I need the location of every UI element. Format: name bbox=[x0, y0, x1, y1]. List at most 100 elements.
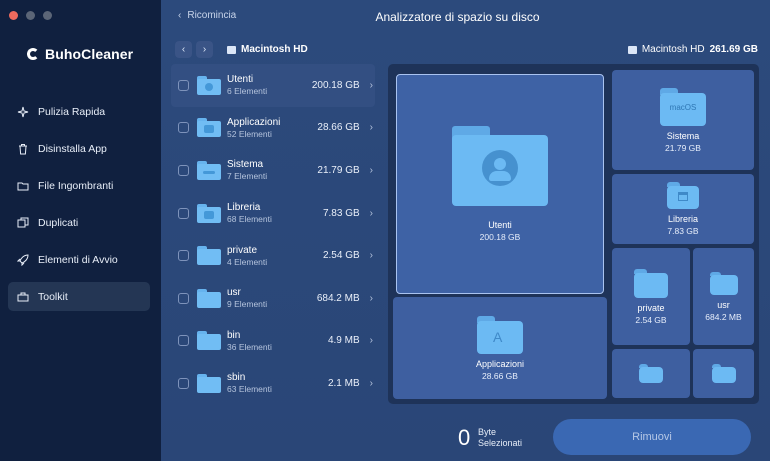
item-name: Sistema bbox=[227, 159, 264, 171]
folder-icon bbox=[197, 373, 221, 393]
item-count: 52 Elementi bbox=[227, 128, 272, 139]
brand-name: BuhoCleaner bbox=[45, 46, 134, 62]
nav-forward-button[interactable]: › bbox=[196, 41, 213, 58]
chevron-right-icon[interactable]: › bbox=[370, 335, 373, 346]
item-size: 21.79 GB bbox=[317, 164, 360, 176]
tile-size: 2.54 GB bbox=[635, 314, 667, 325]
chevron-right-icon[interactable]: › bbox=[370, 250, 373, 261]
tile-sistema[interactable]: macOS Sistema 21.79 GB bbox=[612, 70, 754, 170]
sidebar-item-file-ingombranti[interactable]: File Ingombranti bbox=[8, 171, 150, 200]
sidebar-item-toolkit[interactable]: Toolkit bbox=[8, 282, 150, 311]
close-window-button[interactable] bbox=[9, 11, 18, 20]
tile-name: Sistema bbox=[666, 130, 700, 141]
list-item[interactable]: Applicazioni 52 Elementi 28.66 GB › bbox=[171, 107, 375, 150]
list-item[interactable]: Libreria 68 Elementi 7.83 GB › bbox=[171, 192, 375, 235]
tile-applicazioni[interactable]: A Applicazioni 28.66 GB bbox=[393, 297, 607, 399]
sidebar-item-label: Elementi di Avvio bbox=[38, 253, 118, 266]
row-checkbox[interactable] bbox=[178, 250, 189, 262]
breadcrumb-current: Macintosh HD bbox=[241, 44, 308, 55]
sparkle-icon bbox=[17, 106, 29, 117]
disk-name: Macintosh HD bbox=[641, 44, 705, 55]
list-item[interactable]: usr 9 Elementi 684.2 MB › bbox=[171, 277, 375, 320]
item-count: 7 Elementi bbox=[227, 171, 268, 182]
list-item[interactable]: Sistema 7 Elementi 21.79 GB › bbox=[171, 149, 375, 192]
item-size: 7.83 GB bbox=[322, 207, 360, 219]
header: ‹ Ricomincia Analizzatore di spazio su d… bbox=[161, 0, 770, 34]
sidebar-item-label: Toolkit bbox=[38, 290, 68, 303]
user-folder-icon bbox=[197, 75, 221, 95]
selected-count: 0 bbox=[458, 425, 471, 450]
tile-size: 684.2 MB bbox=[705, 311, 742, 322]
tile-sbin[interactable] bbox=[693, 349, 754, 398]
item-size: 2.54 GB bbox=[322, 250, 360, 262]
row-checkbox[interactable] bbox=[178, 292, 189, 304]
tile-size: 7.83 GB bbox=[667, 226, 699, 236]
item-name: usr bbox=[227, 287, 241, 299]
list-item[interactable]: Utenti 6 Elementi 200.18 GB › bbox=[171, 64, 375, 107]
sidebar-nav: Pulizia Rapida Disinstalla App File Ingo… bbox=[8, 97, 150, 319]
item-size: 684.2 MB bbox=[316, 292, 360, 304]
chevron-right-icon[interactable]: › bbox=[370, 165, 373, 176]
folder-icon bbox=[197, 331, 221, 351]
sidebar-item-label: Disinstalla App bbox=[38, 142, 107, 155]
breadcrumb: Macintosh HD bbox=[227, 44, 308, 55]
tile-name: private bbox=[637, 302, 665, 313]
row-checkbox[interactable] bbox=[178, 164, 189, 176]
window-controls bbox=[9, 11, 52, 20]
disk-size: 261.69 GB bbox=[709, 44, 758, 55]
row-checkbox[interactable] bbox=[178, 122, 189, 134]
item-count: 6 Elementi bbox=[227, 86, 268, 97]
duplicate-icon bbox=[17, 217, 29, 227]
sidebar-item-elementi-di-avvio[interactable]: Elementi di Avvio bbox=[8, 245, 150, 274]
sidebar-item-duplicati[interactable]: Duplicati bbox=[8, 208, 150, 237]
item-size: 28.66 GB bbox=[317, 122, 360, 134]
folder-icon bbox=[711, 364, 736, 383]
tile-utenti[interactable]: Utenti 200.18 GB bbox=[396, 74, 604, 294]
chevron-right-icon[interactable]: › bbox=[370, 293, 373, 304]
list-item[interactable]: sbin 63 Elementi 2.1 MB › bbox=[171, 362, 375, 405]
system-folder-icon: macOS bbox=[660, 87, 706, 126]
row-checkbox[interactable] bbox=[178, 207, 189, 219]
chevron-right-icon[interactable]: › bbox=[370, 378, 373, 389]
sidebar-item-disinstalla-app[interactable]: Disinstalla App bbox=[8, 134, 150, 163]
tile-name: Libreria bbox=[667, 214, 698, 224]
tile-size: 28.66 GB bbox=[482, 370, 518, 381]
item-count: 36 Elementi bbox=[227, 341, 272, 352]
sidebar-item-pulizia-rapida[interactable]: Pulizia Rapida bbox=[8, 97, 150, 126]
tile-name: usr bbox=[717, 299, 730, 310]
folder-icon bbox=[197, 246, 221, 266]
tile-private[interactable]: private 2.54 GB bbox=[612, 248, 690, 345]
row-checkbox[interactable] bbox=[178, 335, 189, 347]
toolkit-icon bbox=[17, 292, 29, 301]
sidebar-item-label: Pulizia Rapida bbox=[38, 105, 106, 118]
list-item[interactable]: private 4 Elementi 2.54 GB › bbox=[171, 234, 375, 277]
zoom-window-button[interactable] bbox=[43, 11, 52, 20]
tile-name: Utenti bbox=[488, 220, 512, 230]
page-title: Analizzatore di spazio su disco bbox=[375, 10, 540, 24]
item-name: Libreria bbox=[227, 202, 261, 214]
chevron-right-icon[interactable]: › bbox=[370, 80, 373, 91]
nav-back-button[interactable]: ‹ bbox=[175, 41, 192, 58]
item-name: Utenti bbox=[227, 74, 254, 86]
tile-size: 200.18 GB bbox=[479, 232, 521, 242]
row-checkbox[interactable] bbox=[178, 377, 189, 389]
remove-button[interactable]: Rimuovi bbox=[553, 419, 751, 455]
treemap: Utenti 200.18 GB A Applicazioni 28.66 GB… bbox=[388, 64, 759, 404]
footer: 0 Byte Selezionati Rimuovi bbox=[161, 411, 770, 461]
item-name: Applicazioni bbox=[227, 116, 281, 128]
row-checkbox[interactable] bbox=[178, 79, 189, 91]
logo-icon bbox=[27, 48, 39, 60]
item-name: sbin bbox=[227, 372, 246, 384]
chevron-right-icon[interactable]: › bbox=[370, 208, 373, 219]
sidebar: BuhoCleaner Pulizia Rapida Disinstalla A… bbox=[0, 0, 161, 461]
list-item[interactable]: bin 36 Elementi 4.9 MB › bbox=[171, 320, 375, 363]
tile-bin[interactable] bbox=[612, 349, 690, 398]
tile-libreria[interactable]: Libreria 7.83 GB bbox=[612, 174, 754, 244]
chevron-left-icon: ‹ bbox=[181, 44, 186, 55]
chevron-right-icon[interactable]: › bbox=[370, 122, 373, 133]
sidebar-item-label: Duplicati bbox=[38, 216, 79, 229]
user-folder-icon bbox=[452, 126, 548, 206]
tile-usr[interactable]: usr 684.2 MB bbox=[693, 248, 754, 345]
hard-drive-icon bbox=[227, 45, 236, 54]
minimize-window-button[interactable] bbox=[26, 11, 35, 20]
